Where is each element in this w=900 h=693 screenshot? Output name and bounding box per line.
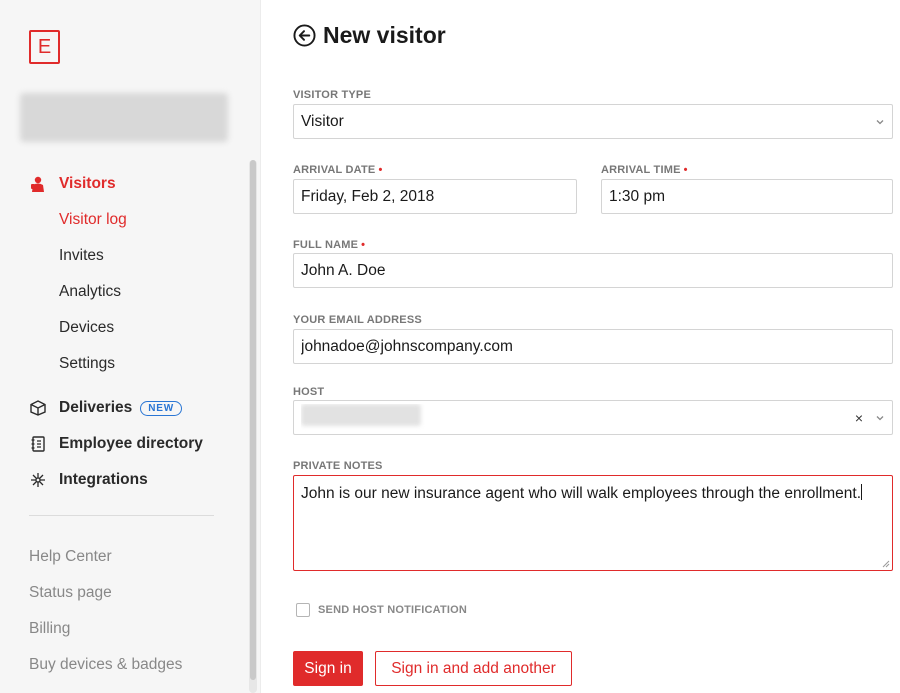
text-caret bbox=[861, 484, 863, 500]
host-label: HOST bbox=[293, 386, 325, 398]
chevron-down-icon bbox=[876, 119, 884, 124]
send-host-notification-row[interactable]: SEND HOST NOTIFICATION bbox=[296, 603, 467, 617]
required-indicator: • bbox=[361, 239, 366, 251]
footer-link-billing[interactable]: Billing bbox=[29, 620, 70, 638]
directory-icon bbox=[29, 435, 47, 453]
footer-link-status-page[interactable]: Status page bbox=[29, 584, 112, 602]
required-indicator: • bbox=[378, 164, 383, 176]
footer-link-buy-devices[interactable]: Buy devices & badges bbox=[29, 656, 182, 674]
sidebar-item-label: Visitors bbox=[59, 175, 116, 192]
integrations-icon bbox=[29, 471, 47, 489]
email-input[interactable]: johnadoe@johnscompany.com bbox=[293, 329, 893, 364]
brand-logo-icon[interactable]: E bbox=[29, 30, 60, 64]
sidebar-item-visitors[interactable]: Visitors bbox=[29, 175, 116, 193]
sidebar-scrollbar-thumb[interactable] bbox=[250, 160, 256, 680]
account-switcher[interactable] bbox=[20, 93, 228, 142]
sidebar-subitem-settings[interactable]: Settings bbox=[59, 355, 115, 373]
page-header: New visitor bbox=[293, 22, 446, 49]
sidebar-subitem-visitor-log[interactable]: Visitor log bbox=[59, 211, 127, 229]
host-value-redacted bbox=[301, 404, 421, 426]
resize-handle-icon[interactable] bbox=[881, 559, 890, 568]
full-name-value: John A. Doe bbox=[301, 261, 386, 279]
private-notes-value: John is our new insurance agent who will… bbox=[301, 485, 862, 502]
back-arrow-icon[interactable] bbox=[293, 24, 316, 47]
email-label: YOUR EMAIL ADDRESS bbox=[293, 314, 422, 326]
sidebar-item-deliveries[interactable]: Deliveries NEW bbox=[29, 399, 182, 417]
sign-in-and-add-another-button[interactable]: Sign in and add another bbox=[375, 651, 572, 686]
visitor-type-label: VISITOR TYPE bbox=[293, 89, 371, 101]
required-indicator: • bbox=[683, 164, 688, 176]
sidebar-item-label: Employee directory bbox=[59, 435, 203, 452]
new-badge: NEW bbox=[140, 400, 182, 416]
footer-link-help-center[interactable]: Help Center bbox=[29, 548, 112, 566]
sidebar-subitem-devices[interactable]: Devices bbox=[59, 319, 114, 337]
visitor-type-select[interactable]: Visitor bbox=[293, 104, 893, 139]
sidebar-item-label: Integrations bbox=[59, 471, 148, 488]
chevron-down-icon[interactable] bbox=[875, 413, 885, 423]
sidebar-divider bbox=[29, 515, 214, 516]
sidebar-subitem-analytics[interactable]: Analytics bbox=[59, 283, 121, 301]
private-notes-label: PRIVATE NOTES bbox=[293, 460, 383, 472]
sidebar-subitem-invites[interactable]: Invites bbox=[59, 247, 104, 265]
sign-in-button[interactable]: Sign in bbox=[293, 651, 363, 686]
email-value: johnadoe@johnscompany.com bbox=[301, 337, 513, 355]
arrival-date-input[interactable]: Friday, Feb 2, 2018 bbox=[293, 179, 577, 214]
arrival-time-input[interactable]: 1:30 pm bbox=[601, 179, 893, 214]
sidebar-item-employee-directory[interactable]: Employee directory bbox=[29, 435, 203, 453]
full-name-input[interactable]: John A. Doe bbox=[293, 253, 893, 288]
send-host-notification-checkbox[interactable] bbox=[296, 603, 310, 617]
arrival-date-value: Friday, Feb 2, 2018 bbox=[301, 187, 435, 205]
visitor-icon bbox=[29, 175, 47, 193]
page-title: New visitor bbox=[323, 22, 446, 48]
arrival-date-label: ARRIVAL DATE • bbox=[293, 164, 383, 176]
sidebar-item-integrations[interactable]: Integrations bbox=[29, 471, 148, 489]
clear-host-icon[interactable]: × bbox=[855, 410, 863, 426]
arrival-time-label: ARRIVAL TIME • bbox=[601, 164, 688, 176]
sidebar-item-label: Deliveries bbox=[59, 399, 133, 416]
visitor-type-value: Visitor bbox=[301, 112, 344, 130]
full-name-label: FULL NAME • bbox=[293, 239, 366, 251]
sidebar: E Visitors Visitor log Invites Analytics… bbox=[0, 0, 261, 693]
new-visitor-form: New visitor VISITOR TYPE Visitor ARRIVAL… bbox=[293, 0, 893, 693]
send-host-notification-label: SEND HOST NOTIFICATION bbox=[318, 604, 468, 616]
package-icon bbox=[29, 399, 47, 417]
private-notes-textarea[interactable]: John is our new insurance agent who will… bbox=[293, 475, 893, 571]
host-select[interactable]: × bbox=[293, 400, 893, 435]
arrival-time-value: 1:30 pm bbox=[609, 187, 666, 205]
